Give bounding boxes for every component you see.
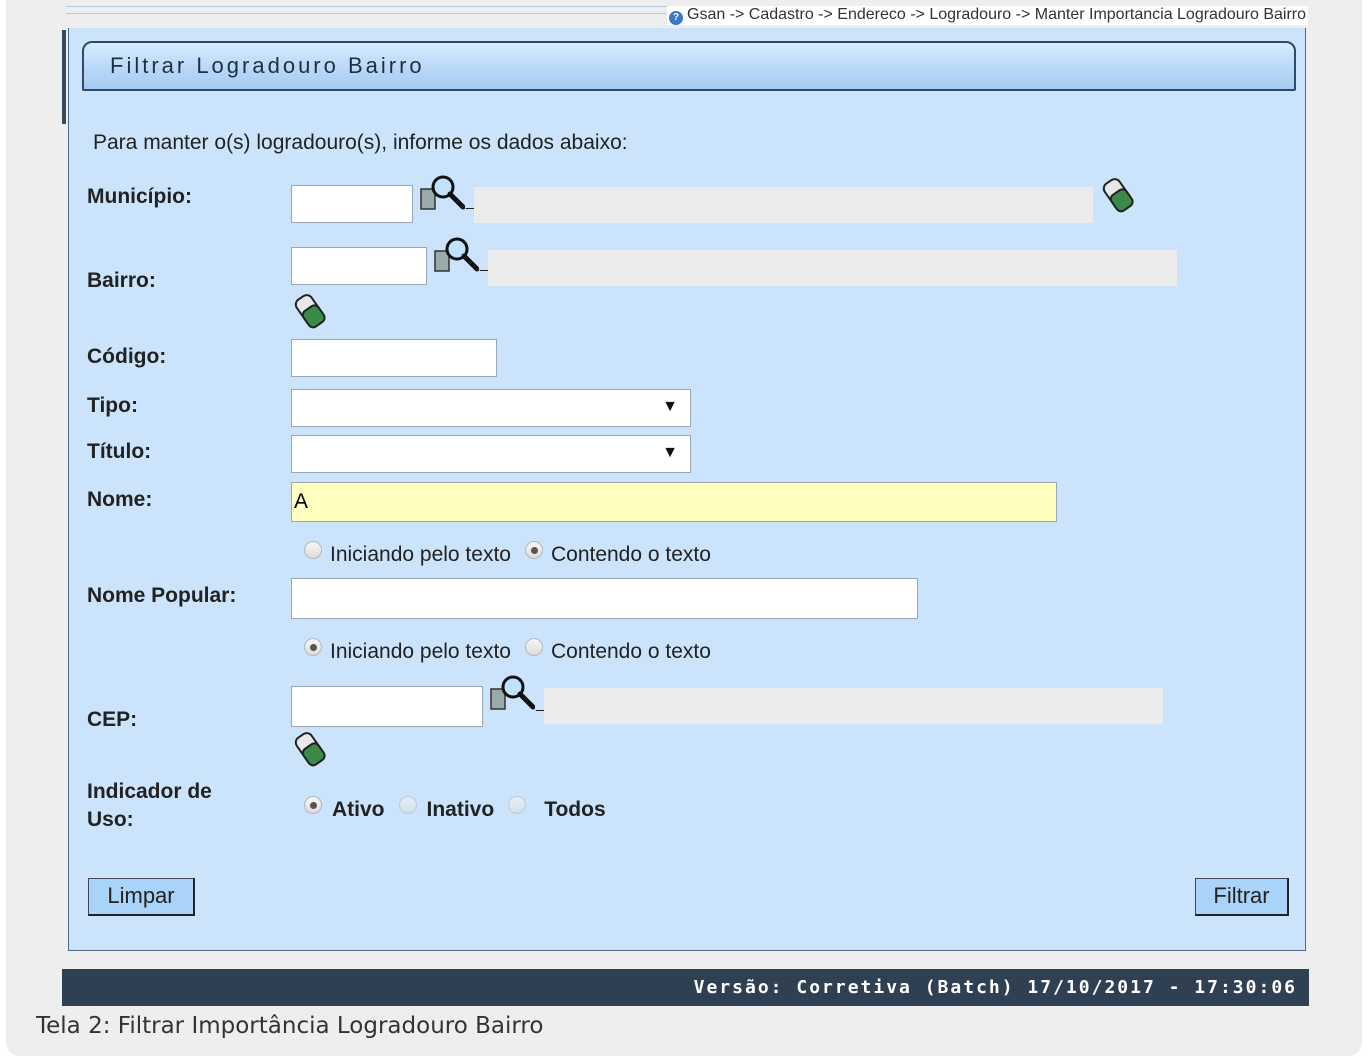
nome-popular-contendo-radio[interactable] xyxy=(524,638,543,656)
breadcrumb-text[interactable]: Gsan -> Cadastro -> Endereco -> Logradou… xyxy=(687,6,1306,23)
nome-match-options: Iniciando pelo texto Contendo o texto xyxy=(304,541,711,567)
bairro-label: Bairro: xyxy=(87,269,156,292)
nome-popular-match-options: Iniciando pelo texto Contendo o texto xyxy=(304,638,711,664)
nome-popular-input[interactable] xyxy=(291,578,918,619)
panel-title-bar: Filtrar Logradouro Bairro xyxy=(82,41,1296,91)
inativo-radio[interactable] xyxy=(398,796,417,814)
bairro-code-input[interactable] xyxy=(291,247,427,285)
municipio-description xyxy=(474,187,1093,223)
limpar-button[interactable]: Limpar xyxy=(88,878,195,916)
bairro-eraser-icon[interactable] xyxy=(292,291,328,331)
nome-popular-contendo-label: Contendo o texto xyxy=(550,640,711,663)
breadcrumb: ? Gsan -> Cadastro -> Endereco -> Logrado… xyxy=(667,6,1308,25)
municipio-code-input[interactable] xyxy=(291,185,413,223)
cep-magnifier-icon[interactable] xyxy=(489,673,535,713)
version-bar: Versão: Corretiva (Batch) 17/10/2017 - 1… xyxy=(62,969,1309,1006)
nome-input[interactable]: A xyxy=(291,482,1057,522)
bairro-magnifier-icon[interactable] xyxy=(433,235,479,275)
indicador-uso-label: Indicador de Uso: xyxy=(87,778,212,834)
indicador-uso-label-line2: Uso: xyxy=(87,808,134,831)
cep-input[interactable] xyxy=(291,686,483,727)
filtrar-button[interactable]: Filtrar xyxy=(1195,878,1289,916)
cep-label: CEP: xyxy=(87,708,138,731)
nome-popular-iniciando-radio[interactable] xyxy=(304,638,322,656)
intro-text: Para manter o(s) logradouro(s), informe … xyxy=(93,131,628,154)
inativo-label: Inativo xyxy=(426,798,495,821)
figure-caption: Tela 2: Filtrar Importância Logradouro B… xyxy=(36,1013,544,1039)
chevron-down-icon[interactable]: ▼ xyxy=(662,444,678,462)
nome-contendo-radio[interactable] xyxy=(524,541,543,559)
nome-iniciando-radio[interactable] xyxy=(304,541,322,559)
help-icon[interactable]: ? xyxy=(669,11,683,25)
tipo-label: Tipo: xyxy=(87,394,138,417)
tipo-select[interactable]: ▼ xyxy=(291,389,691,427)
municipio-label: Município: xyxy=(87,185,192,208)
titulo-label: Título: xyxy=(87,440,152,463)
indicador-uso-label-line1: Indicador de xyxy=(87,780,212,803)
codigo-input[interactable] xyxy=(291,339,497,377)
ativo-label: Ativo xyxy=(332,798,385,821)
ativo-radio[interactable] xyxy=(304,796,322,814)
codigo-label: Código: xyxy=(87,345,167,368)
nome-popular-iniciando-label: Iniciando pelo texto xyxy=(330,640,511,663)
left-accent-bar xyxy=(62,30,66,124)
todos-radio[interactable] xyxy=(508,796,527,814)
nome-label: Nome: xyxy=(87,488,153,511)
titulo-select[interactable]: ▼ xyxy=(291,435,691,473)
cep-eraser-icon[interactable] xyxy=(292,729,328,769)
bairro-description xyxy=(488,250,1177,286)
municipio-magnifier-icon[interactable] xyxy=(419,173,465,213)
nome-iniciando-label: Iniciando pelo texto xyxy=(330,543,511,566)
chevron-down-icon[interactable]: ▼ xyxy=(662,398,678,416)
panel-title: Filtrar Logradouro Bairro xyxy=(110,53,425,78)
todos-label: Todos xyxy=(544,798,606,821)
nome-popular-label: Nome Popular: xyxy=(87,584,237,607)
indicador-uso-options: Ativo Inativo Todos xyxy=(304,796,606,822)
cep-description xyxy=(544,688,1163,724)
municipio-eraser-icon[interactable] xyxy=(1100,175,1136,215)
nome-contendo-label: Contendo o texto xyxy=(550,543,711,566)
